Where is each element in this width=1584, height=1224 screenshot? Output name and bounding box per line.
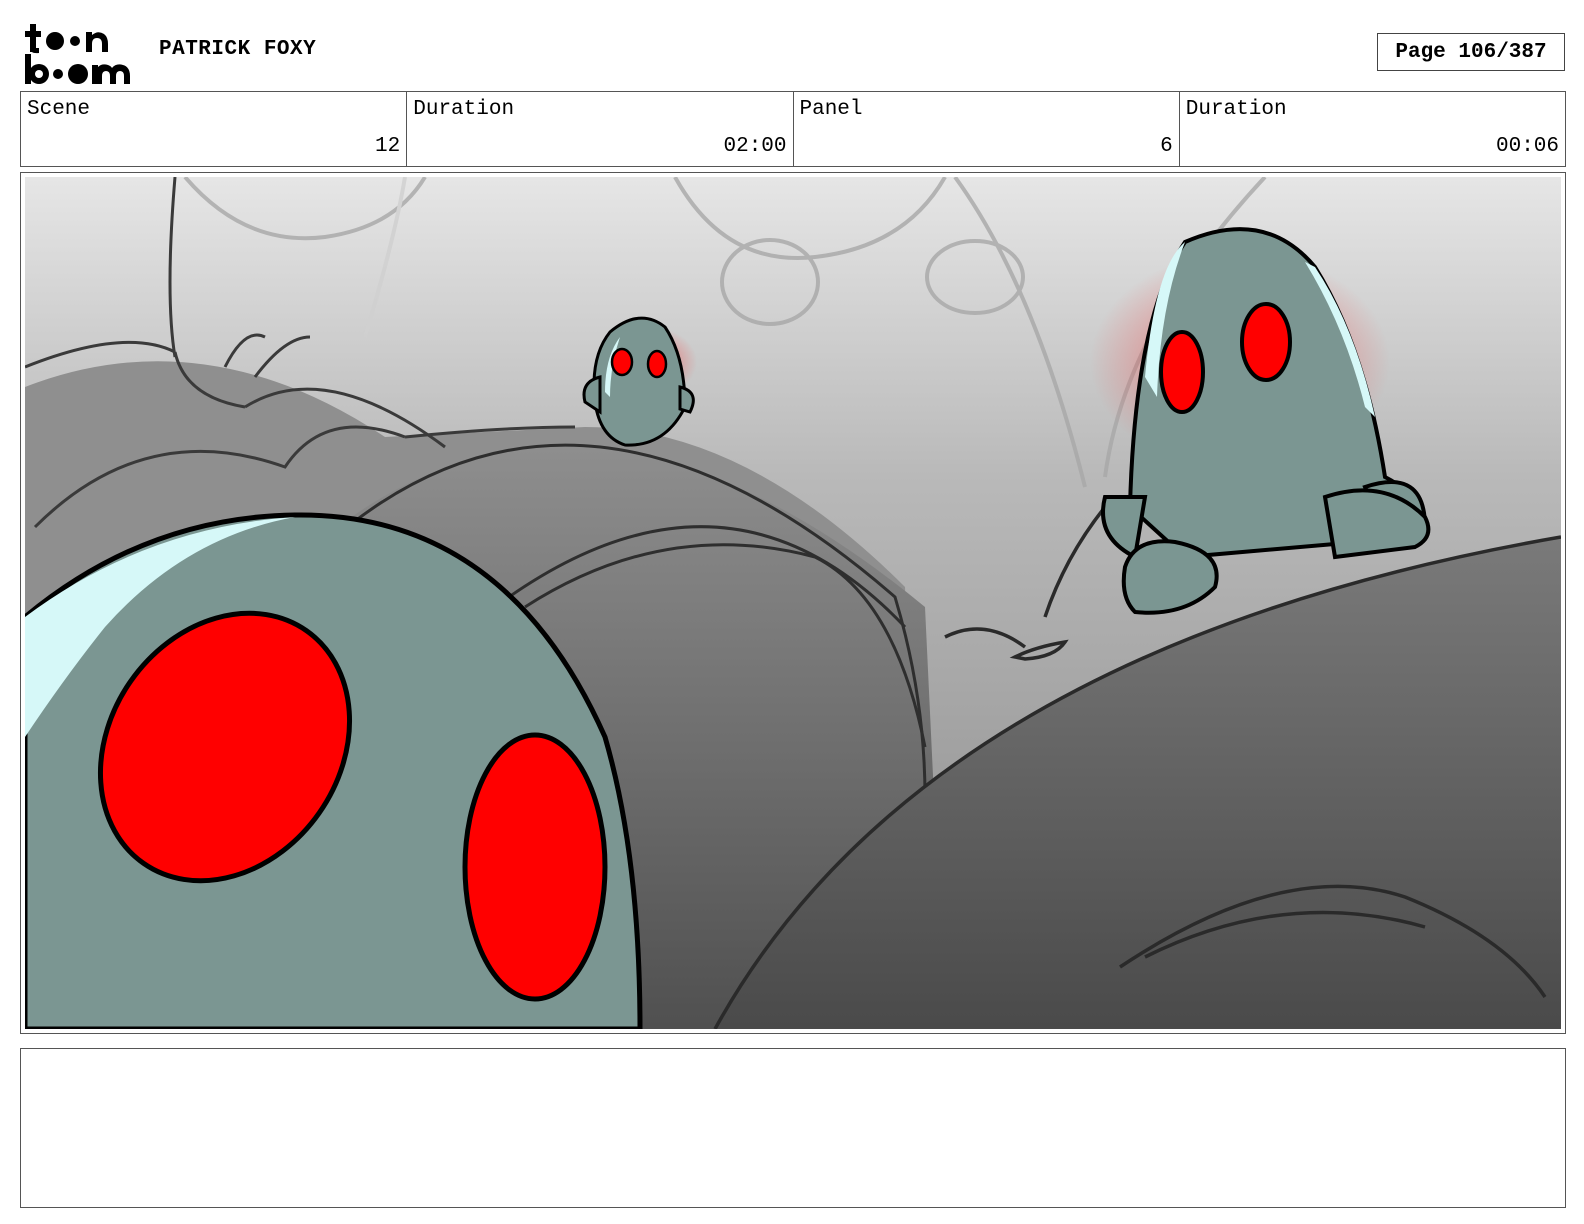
storyboard-artwork <box>25 177 1561 1029</box>
notes-area <box>20 1048 1566 1208</box>
toon-boom-logo <box>25 24 130 84</box>
scene-duration-cell: Duration 02:00 <box>407 92 794 166</box>
panel-duration-value: 00:06 <box>1495 135 1559 158</box>
panel-label: Panel <box>799 98 863 121</box>
scene-label: Scene <box>27 98 91 121</box>
scene-duration-value: 02:00 <box>723 135 787 158</box>
scene-cell: Scene 12 <box>21 92 408 166</box>
scene-value: 12 <box>375 135 401 158</box>
scene-duration-label: Duration <box>413 98 515 121</box>
panel-frame <box>20 172 1566 1034</box>
panel-value: 6 <box>1160 135 1173 158</box>
panel-duration-cell: Duration 00:06 <box>1180 92 1565 166</box>
page-indicator: Page 106/387 <box>1377 33 1565 71</box>
info-row: Scene 12 Duration 02:00 Panel 6 Duration… <box>20 91 1566 167</box>
panel-duration-label: Duration <box>1185 98 1287 121</box>
project-title: PATRICK FOXY <box>159 38 317 61</box>
panel-cell: Panel 6 <box>794 92 1180 166</box>
